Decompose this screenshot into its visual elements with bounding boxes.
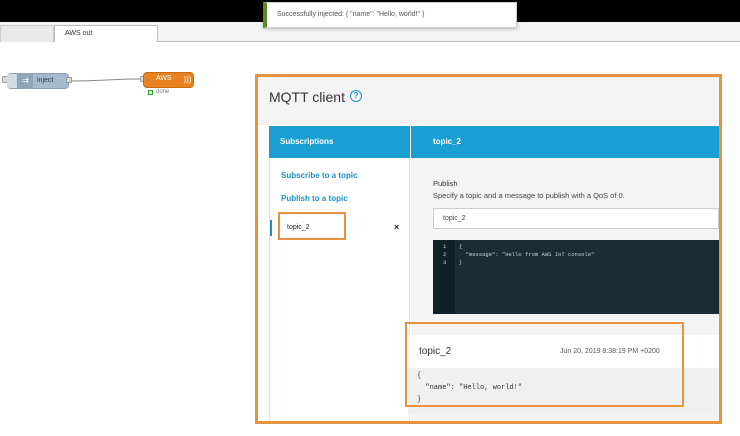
publish-link[interactable]: Publish to a topic	[281, 194, 348, 203]
close-icon[interactable]: ×	[394, 222, 399, 232]
subscriptions-header: Subscriptions	[269, 126, 410, 158]
subscribe-link[interactable]: Subscribe to a topic	[281, 171, 357, 180]
page-title: MQTT client	[269, 89, 345, 105]
topic-input[interactable]: topic_2	[433, 208, 719, 229]
inject-button[interactable]	[7, 74, 18, 88]
subscriptions-list: Subscribe to a topic Publish to a topic …	[269, 158, 410, 421]
aws-node-status: done	[156, 89, 170, 95]
code-line: }	[459, 259, 463, 266]
arrow-right-icon: ⇉	[18, 73, 33, 89]
screen: { "toast": {"message": "Successfully inj…	[0, 0, 740, 436]
code-line: {	[459, 243, 463, 250]
code-line: "message": "Hello from AWS IoT console"	[459, 251, 595, 258]
topic-header-label: topic_2	[433, 137, 462, 146]
line-number: 2	[443, 251, 447, 258]
topic-header: topic_2	[411, 126, 719, 158]
mqtt-client-panel: MQTT client ? Subscriptions Subscribe to…	[255, 74, 722, 424]
selected-indicator	[270, 220, 272, 236]
publish-title: Publish	[433, 179, 458, 188]
console-header: MQTT client ?	[258, 77, 719, 125]
inject-output-port[interactable]	[66, 77, 72, 83]
status-dot-icon	[148, 90, 153, 95]
aws-node-label: AWS	[156, 75, 172, 82]
highlight-box	[278, 212, 346, 240]
notification-toast: Successfully injected: { "name": "Hello,…	[263, 2, 517, 28]
wifi-icon: )))	[183, 75, 192, 84]
publish-description: Specify a topic and a message to publish…	[433, 191, 625, 200]
subscriptions-title: Subscriptions	[280, 137, 334, 146]
line-number: 1	[443, 243, 447, 250]
help-icon[interactable]: ?	[350, 90, 362, 102]
message-editor[interactable]: 1 2 3 { "message": "Hello from AWS IoT c…	[433, 240, 719, 314]
inject-node-label: inject	[37, 77, 54, 84]
line-number: 3	[443, 259, 447, 266]
highlight-box	[405, 322, 684, 407]
